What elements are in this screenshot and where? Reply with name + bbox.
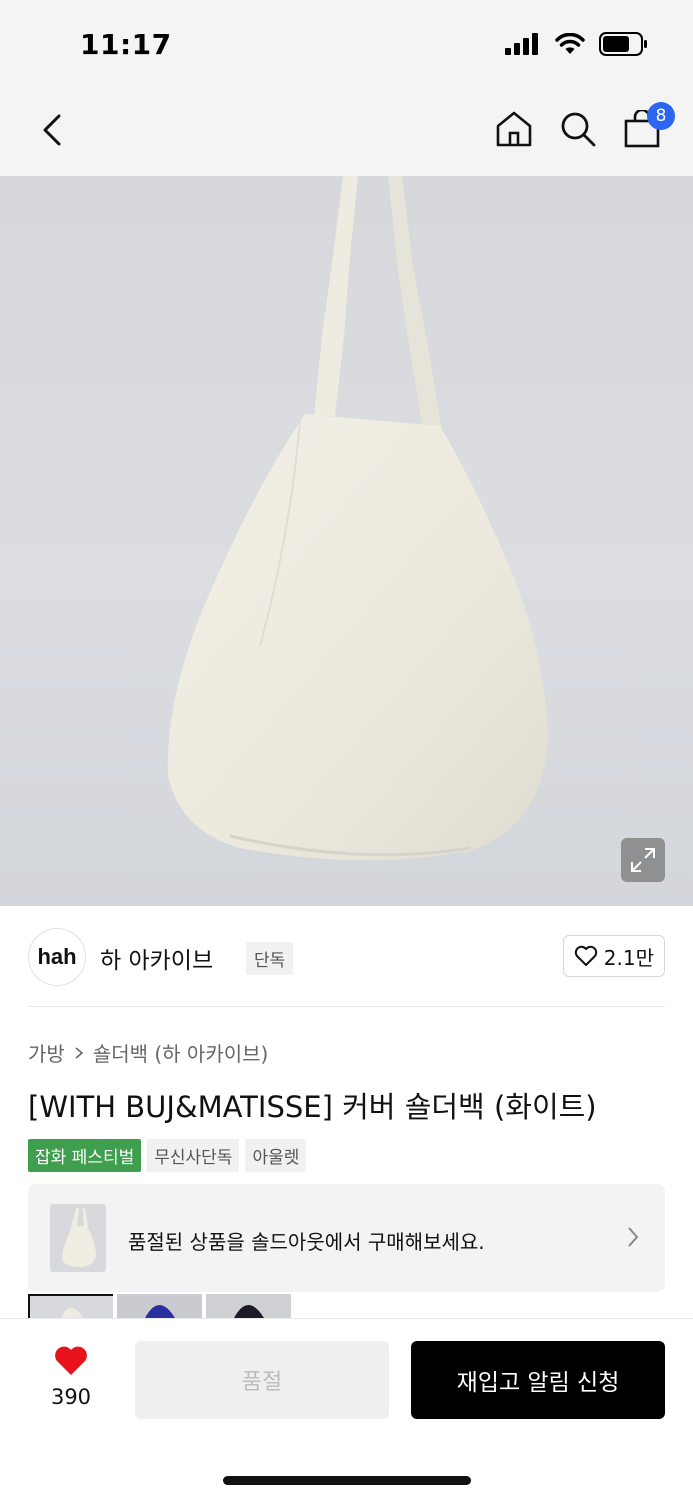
cart-count-badge: 8 bbox=[647, 102, 675, 130]
search-button[interactable] bbox=[557, 106, 599, 152]
brand-row: hah 하 아카이브 단독 2.1만 bbox=[28, 928, 665, 986]
back-button[interactable] bbox=[30, 108, 74, 152]
wish-button[interactable]: 390 bbox=[40, 1345, 102, 1409]
signal-icon bbox=[505, 33, 538, 55]
color-thumbnail-white[interactable] bbox=[28, 1294, 113, 1318]
breadcrumb-category[interactable]: 가방 bbox=[28, 1038, 65, 1067]
cart-button[interactable]: 8 bbox=[621, 102, 675, 152]
brand-like-button[interactable]: 2.1만 bbox=[562, 935, 665, 977]
back-chevron-icon bbox=[43, 114, 61, 146]
nav-bar: 8 bbox=[0, 90, 693, 176]
battery-icon bbox=[599, 32, 647, 56]
brand-exclusive-tag: 단독 bbox=[246, 942, 294, 975]
expand-image-button[interactable] bbox=[621, 838, 665, 882]
tote-bag-image bbox=[167, 176, 548, 861]
breadcrumb-subcategory[interactable]: 숄더백 (하 아카이브) bbox=[93, 1038, 269, 1067]
wish-count: 390 bbox=[50, 1385, 92, 1409]
chevron-right-icon bbox=[628, 1227, 639, 1247]
status-time: 11:17 bbox=[80, 28, 172, 61]
soldout-banner-text: 품절된 상품을 솔드아웃에서 구매해보세요. bbox=[128, 1230, 485, 1254]
tag-outlet: 아울렛 bbox=[245, 1139, 307, 1172]
soldout-banner[interactable]: 품절된 상품을 솔드아웃에서 구매해보세요. bbox=[28, 1184, 665, 1292]
product-image[interactable] bbox=[0, 176, 693, 906]
product-title: [WITH BUJ&MATISSE] 커버 숄더백 (화이트) bbox=[28, 1090, 597, 1124]
bottom-action-bar: 390 품절 재입고 알림 신청 bbox=[0, 1318, 693, 1500]
breadcrumb-chevron-icon bbox=[75, 1046, 84, 1059]
soldout-button[interactable]: 품절 bbox=[135, 1341, 389, 1419]
divider bbox=[28, 1006, 665, 1007]
brand-logo[interactable]: hah bbox=[28, 928, 86, 986]
home-indicator bbox=[223, 1476, 471, 1485]
color-thumbnail-black[interactable] bbox=[206, 1294, 291, 1318]
home-button[interactable] bbox=[493, 106, 535, 152]
tag-festival: 잡화 페스티벌 bbox=[28, 1139, 142, 1172]
nav-actions: 8 bbox=[493, 102, 675, 152]
status-icons bbox=[505, 32, 647, 56]
restock-alert-button[interactable]: 재입고 알림 신청 bbox=[411, 1341, 665, 1419]
tag-exclusive: 무신사단독 bbox=[147, 1139, 240, 1172]
wifi-icon bbox=[555, 33, 585, 54]
color-thumbnails bbox=[28, 1294, 291, 1318]
search-icon bbox=[561, 112, 596, 147]
soldout-thumbnail bbox=[50, 1204, 106, 1272]
heart-filled-icon bbox=[55, 1346, 87, 1375]
brand-like-count: 2.1만 bbox=[603, 945, 654, 970]
product-tags: 잡화 페스티벌 무신사단독 아울렛 bbox=[28, 1139, 307, 1172]
color-thumbnail-blue[interactable] bbox=[117, 1294, 202, 1318]
breadcrumb: 가방 숄더백 (하 아카이브) bbox=[28, 1038, 268, 1067]
expand-icon bbox=[631, 848, 655, 872]
brand-name[interactable]: 하 아카이브 bbox=[100, 941, 213, 975]
heart-outline-icon bbox=[574, 945, 597, 966]
home-icon bbox=[496, 111, 532, 147]
status-bar: 11:17 bbox=[0, 0, 693, 90]
